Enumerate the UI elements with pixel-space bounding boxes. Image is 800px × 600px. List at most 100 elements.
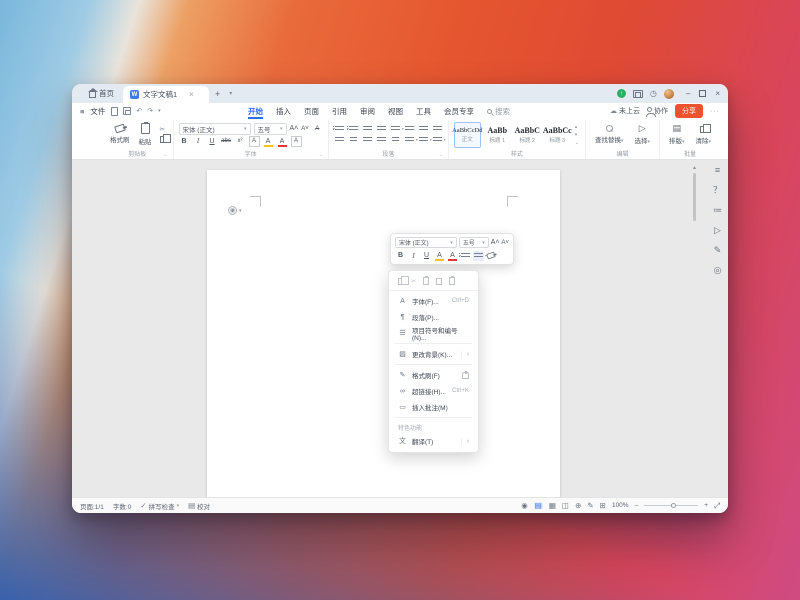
distribute-icon[interactable] [390,135,401,145]
font-launcher-icon[interactable]: ⌄ [319,152,323,158]
page-indicator[interactable]: 页面:1/1 [80,501,104,511]
menu-item-insert-comment[interactable]: ▭ 插入批注(M) [389,399,478,415]
ribbon-search[interactable]: 搜索 [487,106,510,117]
clear-format-icon[interactable]: A [312,123,323,134]
navigation-pane-icon[interactable]: ≔ [713,206,722,215]
font-color-button[interactable]: A [277,136,288,147]
paste-button[interactable]: 粘贴 [136,123,155,146]
grow-font-icon[interactable]: A˄ [290,125,299,132]
menu-item-hyperlink[interactable]: ∞ 超链接(H)... Ctrl+K [389,383,478,399]
find-replace-button[interactable]: 查找替换▾ [591,125,628,144]
bullet-list-icon[interactable] [334,124,345,134]
properties-icon[interactable]: ≡ [715,166,720,175]
copy-icon[interactable] [398,278,404,285]
word-count[interactable]: 字数:0 [113,501,131,511]
font-size-select[interactable]: 五号 ▾ [254,123,287,135]
scroll-up-icon[interactable]: ▴ [691,164,698,171]
tab-view[interactable]: 视图 [388,103,403,119]
format-painter-button[interactable]: 格式刷 [107,125,133,144]
menu-item-translate[interactable]: 文 翻译(T) › [389,433,478,449]
zoom-out-button[interactable]: – [635,502,639,509]
text-direction-icon[interactable] [390,124,401,134]
redo-icon[interactable]: ↷ [147,107,153,115]
paste-text-only-icon[interactable] [449,277,455,285]
new-document-icon[interactable] [111,107,118,116]
fit-page-icon[interactable]: ⊞ [600,502,606,510]
fullscreen-icon[interactable]: ⤢ [714,502,720,510]
numbered-list-icon[interactable] [348,124,359,134]
tab-review[interactable]: 审阅 [360,103,375,119]
cloud-sync-icon[interactable]: ↑ [617,89,626,98]
two-page-view-icon[interactable]: ◫ [562,502,569,510]
align-center-icon[interactable] [348,135,359,145]
styles-down-icon[interactable]: ▾ [575,132,579,138]
tab-home[interactable]: 首页 [80,84,123,103]
mini-format-painter-icon[interactable] [486,252,495,260]
sort-icon[interactable] [404,124,415,134]
cut-icon[interactable]: ✂ [160,126,166,133]
tab-list-caret-icon[interactable]: ▾ [226,84,235,103]
select-button[interactable]: ▷ 选择▾ [631,124,655,145]
new-tab-button[interactable]: + [209,84,226,103]
char-border-button[interactable]: A [291,136,302,147]
style-heading2[interactable]: AaBbC 标题 2 [514,122,541,148]
vertical-scrollbar[interactable]: ▴ [691,164,698,497]
justify-icon[interactable] [376,135,387,145]
line-spacing-icon[interactable] [404,135,415,145]
tab-member[interactable]: 会员专享 [444,103,474,119]
spellcheck-button[interactable]: ✓ 拼写检查 ▾ [140,501,179,511]
eye-protect-icon[interactable]: ◉ [521,502,528,510]
show-marks-icon[interactable] [418,124,429,134]
collaborate-button[interactable]: 协作 [647,106,668,116]
web-view-icon[interactable]: ⊕ [575,502,581,510]
main-menu-icon[interactable]: ≡ [80,107,84,116]
more-menu-icon[interactable]: ··· [710,108,720,115]
mini-highlight-button[interactable]: A [434,250,445,261]
file-menu[interactable]: 文件 [90,106,105,117]
underline-button[interactable]: U [207,136,218,147]
paragraph-layout-button[interactable]: ◉ ▾ [228,206,242,215]
menu-item-font[interactable]: A 字体(F)... Ctrl+D [389,293,478,309]
mini-italic-button[interactable]: I [408,250,419,261]
document-page[interactable] [207,170,560,497]
tab-insert[interactable]: 插入 [276,103,291,119]
minimize-button[interactable]: – [686,90,690,98]
zoom-slider-knob[interactable] [671,503,676,508]
style-normal[interactable]: AaBbCcDd 正文 [454,122,481,148]
quick-access-caret-icon[interactable]: ▾ [158,108,161,114]
clipboard-launcher-icon[interactable]: ⌄ [163,152,167,158]
mini-font-color-button[interactable]: A [447,250,458,261]
cut-icon[interactable]: ✂ [411,277,416,285]
style-heading3[interactable]: AaBbCc 标题 3 [544,122,571,148]
outline-view-icon[interactable]: ▦ [549,502,556,510]
increase-indent-icon[interactable] [376,124,387,134]
styles-more-icon[interactable]: ⌄ [575,140,579,146]
help-icon[interactable]: ？ [713,186,722,195]
tab-close-icon[interactable]: × [189,90,194,99]
mini-font-size-select[interactable]: 五号 ▾ [459,237,489,248]
typeset-button[interactable]: ▤ 排版▾ [665,124,689,145]
restore-button[interactable] [699,90,706,97]
mini-bold-button[interactable]: B [395,250,406,261]
font-name-select[interactable]: 宋体 (正文) ▾ [179,123,251,135]
align-left-icon[interactable] [334,135,345,145]
thumb-up-icon[interactable] [462,372,469,379]
paste-icon[interactable] [423,277,429,285]
mini-font-name-select[interactable]: 宋体 (正文) ▾ [395,237,457,248]
pen-icon[interactable]: ✎ [714,246,722,255]
superscript-button[interactable]: x² [235,136,246,147]
strikethrough-button[interactable]: abc [221,136,232,147]
menu-item-format-painter[interactable]: ✎ 格式刷(F) [389,367,478,383]
zoom-value[interactable]: 100% [612,502,629,509]
idea-bulb-icon[interactable]: ◎ [714,266,722,275]
styles-up-icon[interactable]: ▴ [575,124,579,130]
shrink-font-icon[interactable]: A˅ [301,126,309,132]
mini-line-spacing-icon[interactable] [473,251,484,261]
page-view-icon[interactable]: ▤ [534,502,543,510]
italic-button[interactable]: I [193,136,204,147]
select-tool-icon[interactable]: ▷ [714,226,721,235]
zoom-slider[interactable] [644,505,698,506]
bold-button[interactable]: B [179,136,190,147]
style-heading1[interactable]: AaBb 标题 1 [484,122,511,148]
mini-shrink-font-icon[interactable]: A˅ [501,240,509,246]
